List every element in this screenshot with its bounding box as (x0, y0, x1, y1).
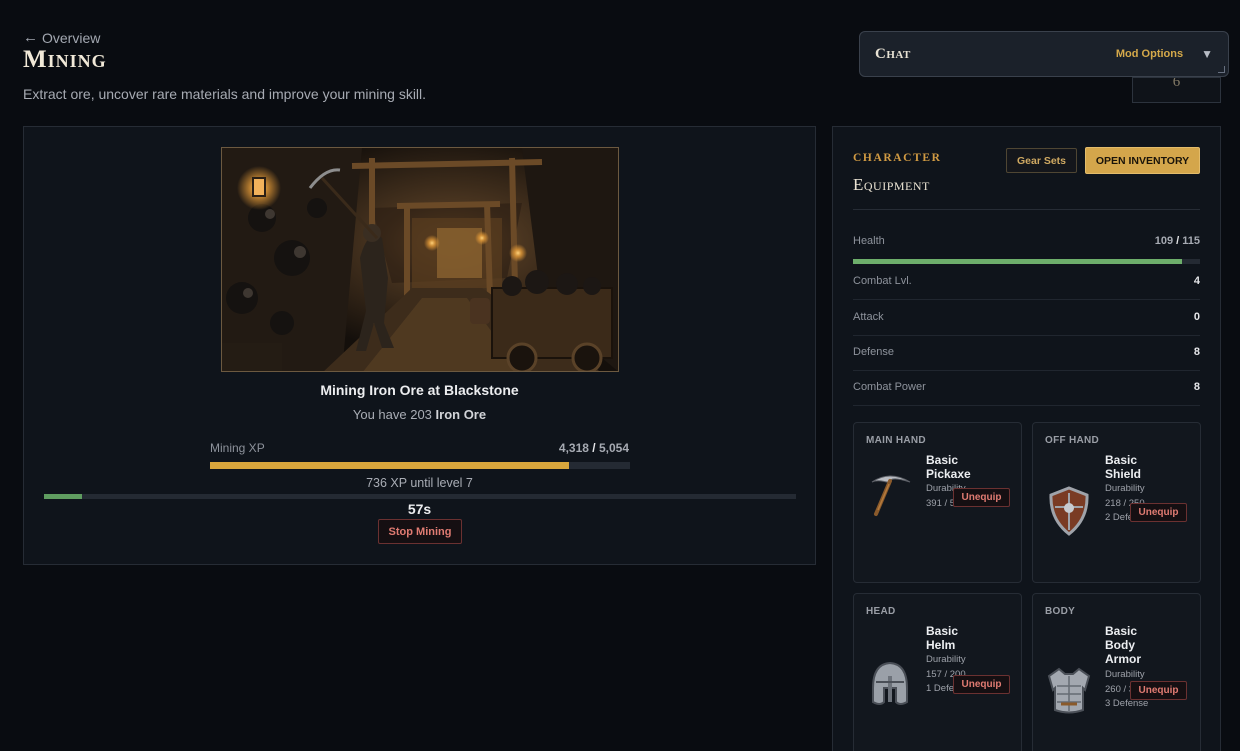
xp-max: 5,054 (598, 441, 629, 455)
shield-icon (1043, 485, 1095, 537)
armor-icon (1043, 664, 1095, 716)
mining-activity-panel: Mining Iron Ore at Blackstone You have 2… (23, 126, 816, 565)
mod-options-button[interactable]: Mod Options (1116, 48, 1183, 60)
character-equipment-panel: Character Equipment Gear Sets OPEN INVEN… (832, 126, 1221, 751)
page-title: Mining (23, 46, 107, 73)
stat-label: Defense (853, 346, 894, 358)
stat-row-attack: Attack 0 (853, 301, 1200, 336)
back-link-label: Overview (42, 29, 101, 46)
owned-resource-text: You have 203 Iron Ore (24, 407, 815, 422)
stat-row-combat-power: Combat Power 8 (853, 371, 1200, 406)
action-timer-text: 57s (407, 501, 432, 517)
chat-title: Chat (875, 45, 911, 62)
stat-label: Combat Power (853, 381, 926, 393)
unequip-button[interactable]: Unequip (1130, 503, 1187, 522)
equipment-slot-body: BODY Basic Body Armor Durability 260 / 3… (1032, 593, 1201, 751)
equipment-slot-off-hand: OFF HAND Basic Shield Durability 218 / 2… (1032, 422, 1201, 583)
equipment-slot-head: HEAD Basic Helm Durability 157 / 200 1 D… (853, 593, 1022, 751)
owned-prefix: You have 203 (352, 407, 436, 422)
stat-value: 0 (1193, 311, 1200, 323)
chevron-down-icon[interactable]: ▼ (1201, 47, 1213, 61)
slot-label: HEAD (866, 606, 896, 617)
stop-mining-button[interactable]: Stop Mining (378, 519, 462, 544)
xp-progress-fill (210, 462, 569, 469)
resize-handle-icon[interactable] (1218, 66, 1225, 73)
equipment-kicker: Character (853, 152, 942, 164)
health-value: 109 / 115 (1155, 235, 1200, 247)
stat-row-combat-level: Combat Lvl. 4 (853, 265, 1200, 300)
health-label: Health (853, 235, 885, 247)
item-name: Basic Shield (1105, 453, 1142, 481)
xp-progress-bar (210, 462, 630, 469)
page-subtitle: Extract ore, uncover rare materials and … (23, 86, 427, 102)
health-bar (853, 259, 1200, 264)
gear-sets-button[interactable]: Gear Sets (1006, 148, 1077, 173)
equipment-title: Equipment (853, 175, 930, 194)
unequip-button[interactable]: Unequip (1130, 681, 1187, 700)
stat-value: 8 (1193, 381, 1200, 393)
hidden-counter-box: 6 (1132, 77, 1221, 103)
health-max: 115 (1182, 235, 1200, 247)
xp-remaining-text: 736 XP until level 7 (366, 476, 473, 490)
health-bar-fill (853, 259, 1182, 264)
back-overview-link[interactable]: ← Overview (23, 29, 100, 46)
stat-value: 8 (1193, 346, 1200, 358)
equipment-divider (853, 209, 1200, 210)
owned-item-name: Iron Ore (435, 407, 487, 422)
helmet-icon (864, 658, 916, 710)
hidden-counter-value: 6 (1172, 77, 1181, 90)
health-separator: / (1173, 235, 1183, 247)
equipment-slot-main-hand: MAIN HAND Basic Pickaxe Durability 391 /… (853, 422, 1022, 583)
action-timer-bar (44, 494, 796, 499)
unequip-button[interactable]: Unequip (953, 675, 1010, 694)
unequip-button[interactable]: Unequip (953, 488, 1010, 507)
pickaxe-icon (864, 468, 916, 520)
slot-label: OFF HAND (1045, 435, 1100, 446)
activity-title: Mining Iron Ore at Blackstone (320, 382, 519, 398)
mine-scene-image (221, 147, 619, 372)
xp-value: 4,318 / 5,054 (559, 441, 629, 455)
stat-label: Combat Lvl. (853, 275, 912, 287)
slot-label: MAIN HAND (866, 435, 926, 446)
xp-separator: / (588, 441, 599, 455)
action-timer-fill (44, 494, 82, 499)
xp-current: 4,318 (558, 441, 589, 455)
stat-value: 4 (1193, 275, 1200, 287)
health-current: 109 (1154, 235, 1174, 247)
xp-label: Mining XP (210, 441, 265, 455)
open-inventory-button[interactable]: OPEN INVENTORY (1085, 147, 1200, 174)
stat-row-defense: Defense 8 (853, 336, 1200, 371)
item-name: Basic Helm (926, 624, 959, 652)
health-stat: Health 109 / 115 (853, 235, 1200, 265)
arrow-left-icon: ← (23, 29, 38, 46)
stat-label: Attack (853, 311, 884, 323)
chat-panel[interactable]: Chat Mod Options ▼ (859, 31, 1229, 77)
item-name: Basic Body Armor (1105, 624, 1142, 666)
slot-label: BODY (1045, 606, 1076, 617)
item-name: Basic Pickaxe (926, 453, 971, 481)
